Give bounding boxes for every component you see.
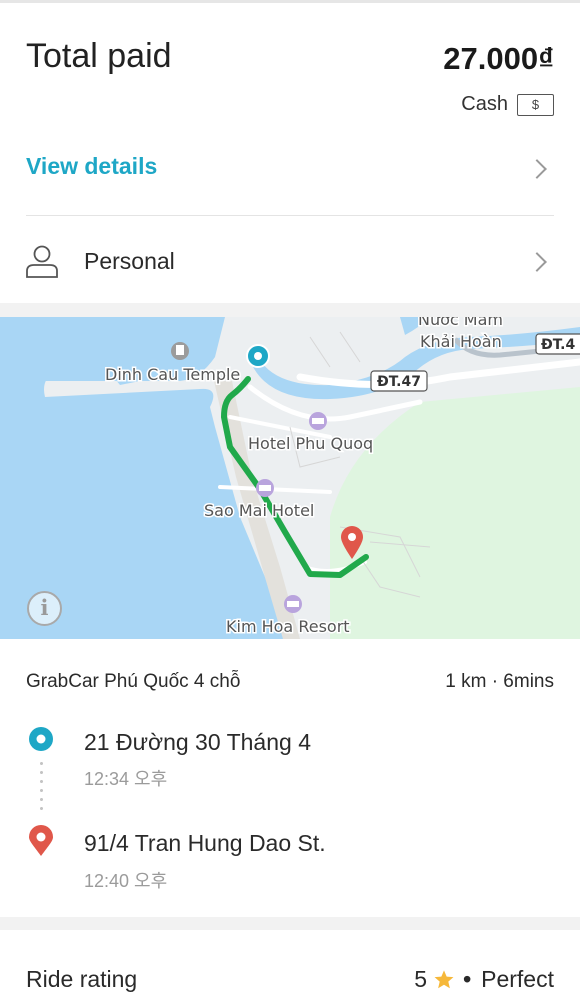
dropoff-time: 12:40 오후 [84,871,168,891]
temple-icon [171,342,189,360]
rating-score: 5 [414,966,428,992]
view-details-link[interactable]: View details [26,153,157,180]
dropoff-icon [29,825,53,856]
view-details-row[interactable]: View details [0,133,580,215]
hotel-icon [256,479,274,497]
pickup-time: 12:34 오후 [84,769,168,789]
rating-card[interactable]: Ride rating 5 • Perfect [0,930,580,1007]
trip-distance-duration: 1 km · 6mins [445,671,554,692]
total-paid-label: Total paid [26,37,172,75]
road-label: ĐT.4 [541,337,575,353]
map-canvas[interactable]: Nước Mắm Khải Hoàn Dinh Cau Temple Hotel… [0,317,580,639]
map-label: Nước Mắm [418,317,503,329]
map-label: Kim Hoa Resort [226,617,350,636]
payment-card: Total paid 27.000₫ Cash $ View details P… [0,0,580,303]
chevron-right-icon [527,159,547,179]
chevron-right-icon [527,252,547,272]
star-icon [434,969,454,988]
info-icon[interactable]: i [27,591,62,626]
route-map[interactable]: Nước Mắm Khải Hoàn Dinh Cau Temple Hotel… [0,317,580,639]
map-label: Dinh Cau Temple [105,365,240,384]
pickup-address: 21 Đường 30 Tháng 4 [84,729,311,755]
person-icon [26,245,58,278]
bullet-separator: • [463,966,472,992]
profile-label: Personal [84,248,175,274]
service-name: GrabCar Phú Quốc 4 chỗ [26,671,241,692]
rating-text: Perfect [481,966,554,992]
hotel-icon [284,595,302,613]
payment-method-label: Cash [461,93,508,115]
route-connector [40,759,43,815]
profile-row[interactable]: Personal [0,216,580,306]
ride-rating-label: Ride rating [26,966,138,992]
cash-icon: $ [517,94,554,116]
map-label: Khải Hoàn [420,332,502,351]
dropoff-address: 91/4 Tran Hung Dao St. [84,830,326,856]
total-paid-amount: 27.000₫ [443,41,554,76]
map-label: Sao Mai Hotel [204,501,314,520]
rating-summary: 5 • Perfect [414,966,554,993]
hotel-icon [309,412,327,430]
pickup-marker-icon [246,344,270,368]
road-label: ĐT.47 [377,374,421,390]
map-label: Hotel Phu Quoq [248,434,373,453]
trip-card: Nước Mắm Khải Hoàn Dinh Cau Temple Hotel… [0,317,580,917]
pickup-icon [29,727,53,751]
